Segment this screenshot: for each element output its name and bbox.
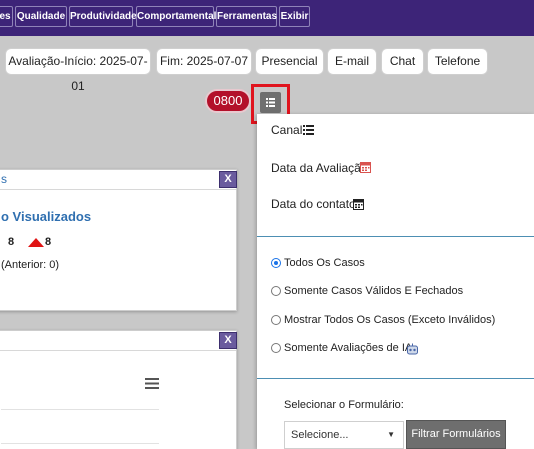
panel-visualizados: s X o Visualizados 8 8 (Anterior: 0) [0,169,237,311]
filter-pill-presencial[interactable]: Presencial [255,48,324,75]
chart-divider [1,409,159,410]
radio-validos-fechados[interactable] [271,286,281,296]
value-b: 8 [45,236,52,248]
form-select[interactable]: Selecione... ▼ [284,421,404,449]
nav-item-comportamental[interactable]: Comportamental [136,6,216,27]
panel-second: X [0,330,237,449]
filter-forms-button[interactable]: Filtrar Formulários [406,420,506,449]
panel-header: s [0,170,236,190]
radio-todos-os-casos[interactable] [271,258,281,268]
radio-label-exceto[interactable]: Mostrar Todos Os Casos (Exceto Inválidos… [284,314,495,326]
list-icon [266,98,275,107]
form-select-value: Selecione... [291,429,349,441]
data-contato-label[interactable]: Data do contato [271,197,356,211]
previous-note: (Anterior: 0) [1,259,60,271]
calendar-icon[interactable] [360,161,371,173]
radio-avaliacoes-ia[interactable] [271,343,281,353]
chart-divider [1,443,159,444]
filter-pill-telefone[interactable]: Telefone [427,48,488,75]
radio-label-ia[interactable]: Somente Avaliações de IA [284,342,412,354]
nav-item-partial[interactable]: es [0,6,13,27]
nav-item-qualidade[interactable]: Qualidade [15,6,67,27]
data-avaliacao-label[interactable]: Data da Avaliação [271,161,368,175]
filter-pill-inicio[interactable]: Avaliação-Início: 2025-07-01 [5,48,151,93]
filter-pill-email[interactable]: E-mail [327,48,377,75]
hamburger-menu-icon[interactable] [145,378,159,389]
filter-pill-chat[interactable]: Chat [381,48,424,75]
section-divider [257,378,534,379]
panel-header [0,331,236,351]
panel-close-button[interactable]: X [219,171,237,188]
top-nav: es Qualidade Produtividade Comportamenta… [0,0,534,36]
radio-label-validos[interactable]: Somente Casos Válidos E Fechados [284,285,463,297]
nav-item-produtividade[interactable]: Produtividade [69,6,137,27]
arrow-up-icon [28,238,44,247]
value-a: 8 [8,236,15,248]
radio-exceto-invalidos[interactable] [271,315,281,325]
panel-title: o Visualizados [1,209,92,224]
chevron-down-icon: ▼ [387,430,395,439]
nav-item-exibir[interactable]: Exibir [279,6,310,27]
nav-item-ferramentas[interactable]: Ferramentas [216,6,277,27]
radio-label-todos[interactable]: Todos Os Casos [284,257,365,269]
canal-label[interactable]: Canal [271,123,302,137]
panel-close-button[interactable]: X [219,332,237,349]
filter-dropdown: Canal Data da Avaliação Data do contato … [257,114,534,449]
form-select-label: Selecionar o Formulário: [284,399,404,411]
robot-icon [407,343,418,355]
panel-header-text: s [1,172,7,186]
section-divider [257,236,534,237]
menu-toggle-button[interactable] [260,92,281,113]
badge-0800[interactable]: 0800 [205,89,251,113]
calendar-icon[interactable] [353,198,364,210]
list-icon[interactable] [303,125,314,135]
filter-pill-fim[interactable]: Fim: 2025-07-07 [156,48,252,75]
